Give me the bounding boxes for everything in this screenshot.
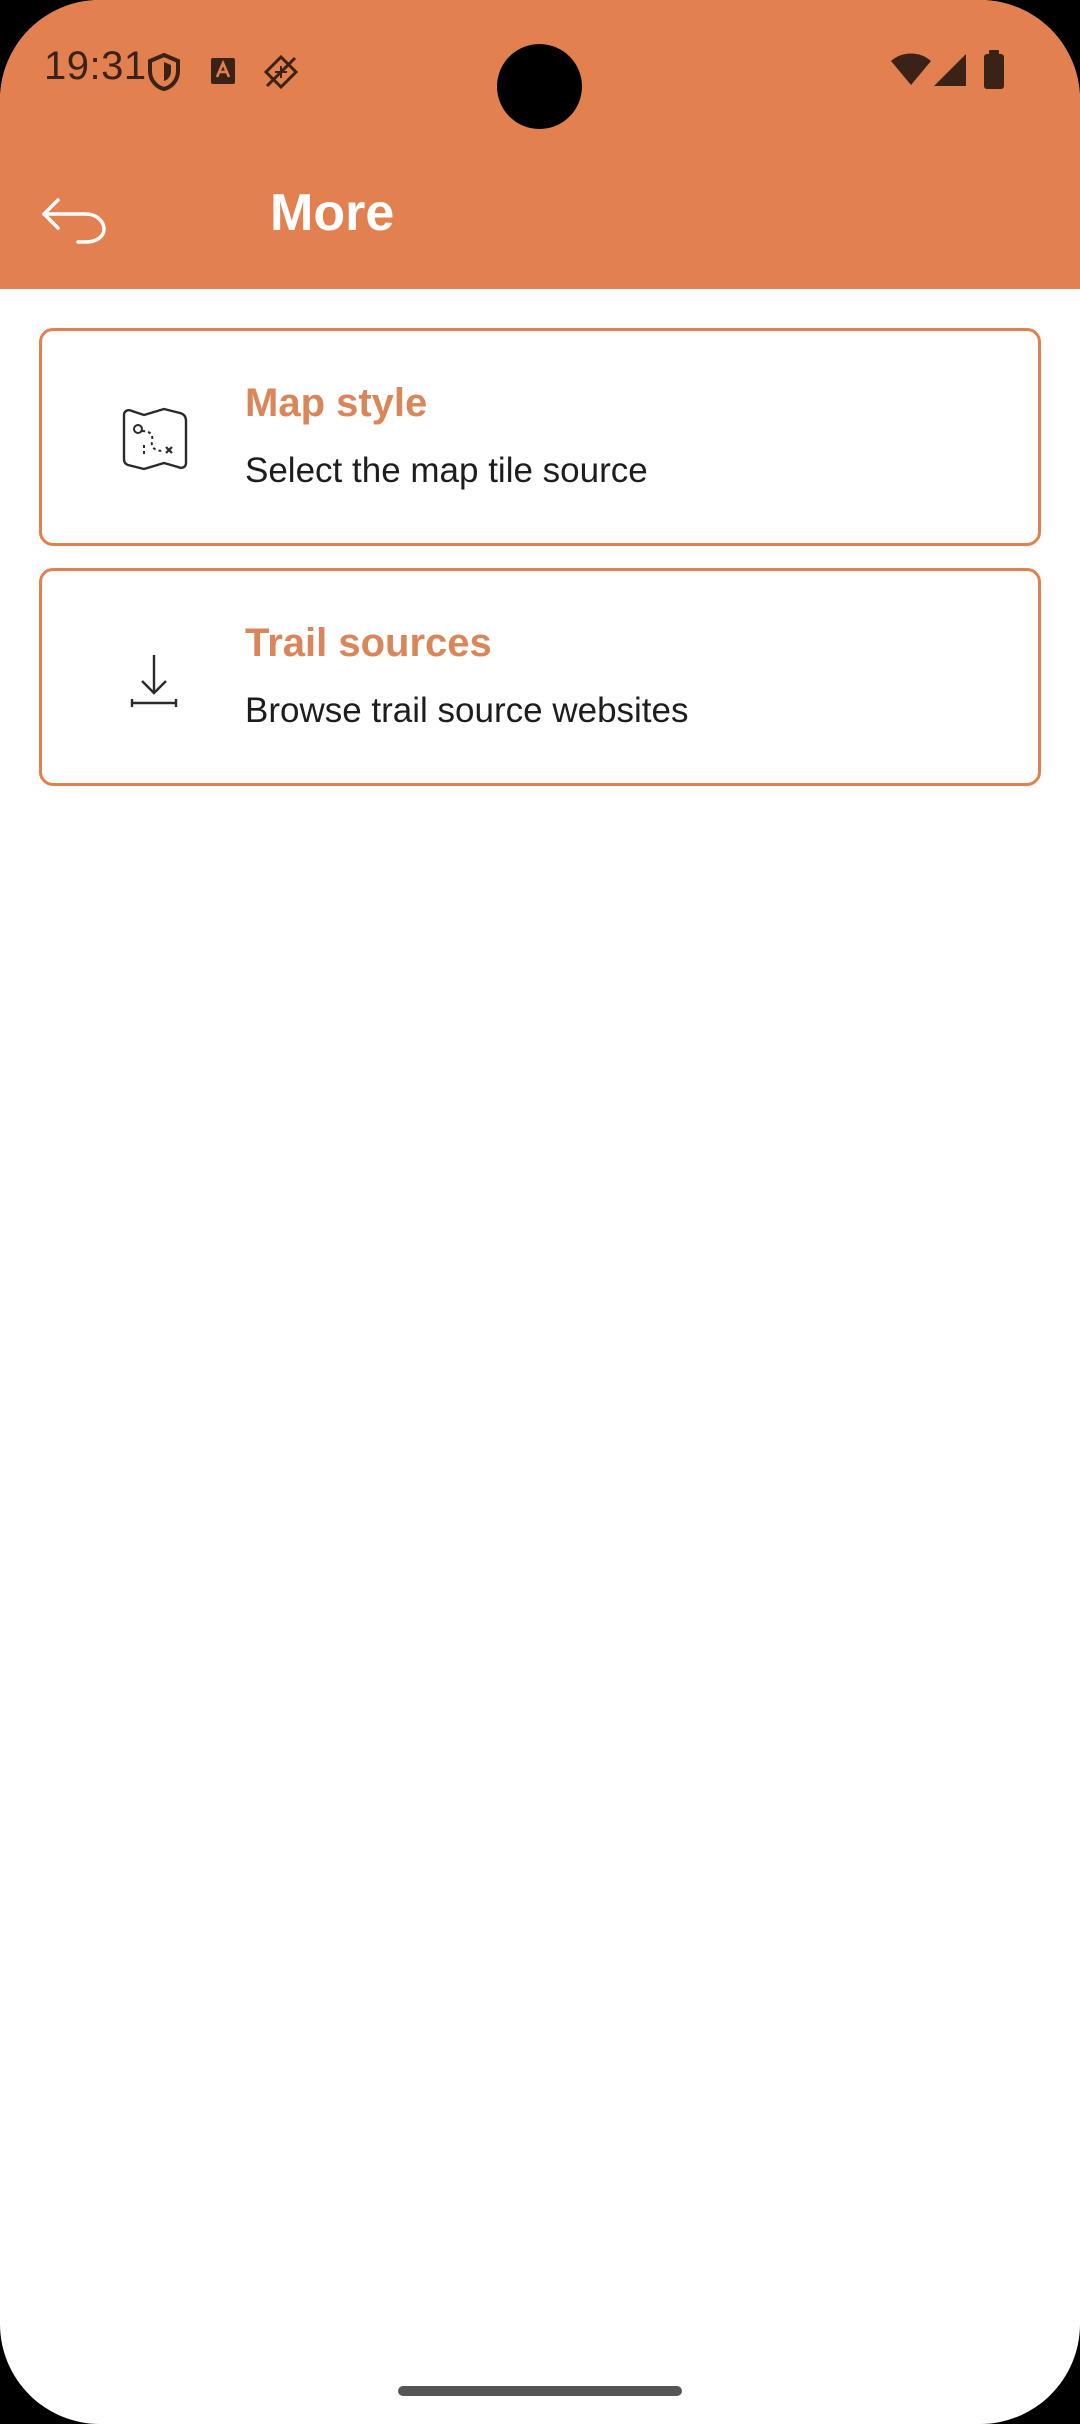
download-icon xyxy=(130,655,178,707)
signal-icon xyxy=(934,54,966,86)
camera-cutout xyxy=(497,44,582,129)
app-bar: More xyxy=(0,145,1080,289)
map-style-card[interactable]: Map style Select the map tile source xyxy=(39,328,1041,546)
screen: 19:31 More Map style Select the map tile… xyxy=(0,0,1080,2424)
trail-sources-subtitle: Browse trail source websites xyxy=(245,691,689,730)
map-icon xyxy=(122,407,188,471)
page-title: More xyxy=(270,184,395,242)
home-indicator[interactable] xyxy=(398,2386,682,2396)
back-button[interactable] xyxy=(30,175,120,265)
a-badge-icon xyxy=(211,58,235,84)
status-bar: 19:31 xyxy=(0,0,1080,145)
shield-icon xyxy=(148,52,180,92)
back-arrow-icon xyxy=(42,198,106,244)
map-style-title: Map style xyxy=(245,381,428,425)
map-style-subtitle: Select the map tile source xyxy=(245,451,648,490)
status-time: 19:31 xyxy=(44,44,147,88)
trail-sources-title: Trail sources xyxy=(245,621,492,665)
wifi-icon xyxy=(891,53,931,85)
battery-icon xyxy=(984,50,1004,89)
no-sim-icon xyxy=(263,54,299,90)
trail-sources-card[interactable]: Trail sources Browse trail source websit… xyxy=(39,568,1041,786)
top-header: 19:31 More xyxy=(0,0,1080,289)
